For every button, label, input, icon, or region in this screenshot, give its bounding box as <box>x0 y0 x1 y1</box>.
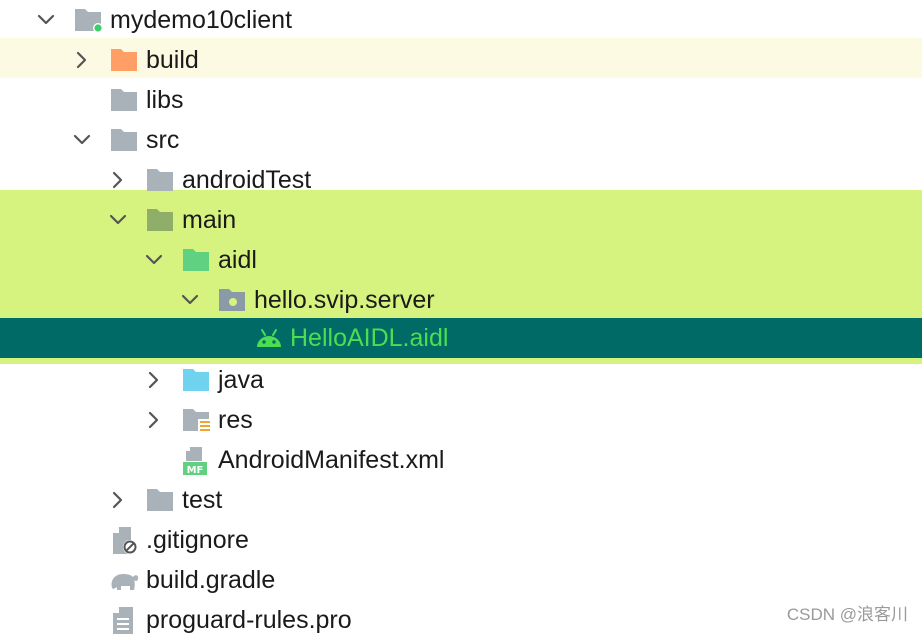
text-file-icon <box>110 606 140 634</box>
tree-item-label: AndroidManifest.xml <box>218 446 445 474</box>
chevron-right-icon[interactable] <box>144 410 164 430</box>
excluded-folder-icon <box>110 46 140 74</box>
tree-item-package[interactable]: hello.svip.server <box>0 280 922 320</box>
tree-item-androidmanifest[interactable]: MF AndroidManifest.xml <box>0 440 922 480</box>
android-icon <box>254 324 284 352</box>
watermark: CSDN @浪客川 <box>786 605 908 624</box>
chevron-down-icon[interactable] <box>72 130 92 150</box>
tree-item-label: .gitignore <box>146 526 249 554</box>
tree-item-label: build.gradle <box>146 566 276 594</box>
tree-item-build[interactable]: build <box>0 40 922 80</box>
folder-icon <box>110 126 140 154</box>
folder-icon <box>146 166 176 194</box>
tree-item-src[interactable]: src <box>0 120 922 160</box>
tree-item-label: java <box>218 366 264 394</box>
java-folder-icon <box>182 366 212 394</box>
tree-item-label: HelloAIDL.aidl <box>290 324 449 352</box>
resource-folder-icon <box>182 406 212 434</box>
package-icon <box>218 286 248 314</box>
tree-item-res[interactable]: res <box>0 400 922 440</box>
tree-item-androidtest[interactable]: androidTest <box>0 160 922 200</box>
svg-text:MF: MF <box>187 465 204 476</box>
tree-item-label: aidl <box>218 246 257 274</box>
chevron-down-icon[interactable] <box>144 250 164 270</box>
tree-item-label: test <box>182 486 223 514</box>
folder-icon <box>110 86 140 114</box>
tree-item-label: androidTest <box>182 166 312 194</box>
project-tree: mydemo10client build libs src androidTes… <box>0 0 922 634</box>
manifest-file-icon: MF <box>182 446 212 476</box>
aidl-folder-icon <box>182 246 212 274</box>
tree-item-label: main <box>182 206 237 234</box>
tree-item-label: build <box>146 46 199 74</box>
ignored-file-icon <box>110 526 140 554</box>
tree-item-label: libs <box>146 86 184 114</box>
chevron-down-icon[interactable] <box>180 290 200 310</box>
tree-item-build-gradle[interactable]: build.gradle <box>0 560 922 600</box>
tree-item-test[interactable]: test <box>0 480 922 520</box>
folder-icon <box>146 486 176 514</box>
tree-item-helloaidl[interactable]: HelloAIDL.aidl <box>0 318 922 358</box>
tree-item-java[interactable]: java <box>0 360 922 400</box>
tree-item-label: proguard-rules.pro <box>146 606 352 634</box>
module-folder-icon <box>74 6 104 34</box>
tree-item-main[interactable]: main <box>0 200 922 240</box>
tree-item-label: mydemo10client <box>110 6 293 34</box>
tree-item-libs[interactable]: libs <box>0 80 922 120</box>
tree-item-proguard-rules[interactable]: proguard-rules.pro <box>0 600 922 634</box>
tree-item-label: res <box>218 406 253 434</box>
chevron-right-icon[interactable] <box>144 370 164 390</box>
tree-item-aidl[interactable]: aidl <box>0 240 922 280</box>
tree-item-gitignore[interactable]: .gitignore <box>0 520 922 560</box>
chevron-down-icon[interactable] <box>108 210 128 230</box>
chevron-right-icon[interactable] <box>108 490 128 510</box>
gradle-elephant-icon <box>108 566 139 594</box>
tree-item-label: src <box>146 126 180 154</box>
chevron-right-icon[interactable] <box>108 170 128 190</box>
tree-item-mydemo10client[interactable]: mydemo10client <box>0 0 922 40</box>
chevron-right-icon[interactable] <box>72 50 92 70</box>
tree-item-label: hello.svip.server <box>254 286 435 314</box>
chevron-down-icon[interactable] <box>36 10 56 30</box>
source-folder-icon <box>146 206 176 234</box>
